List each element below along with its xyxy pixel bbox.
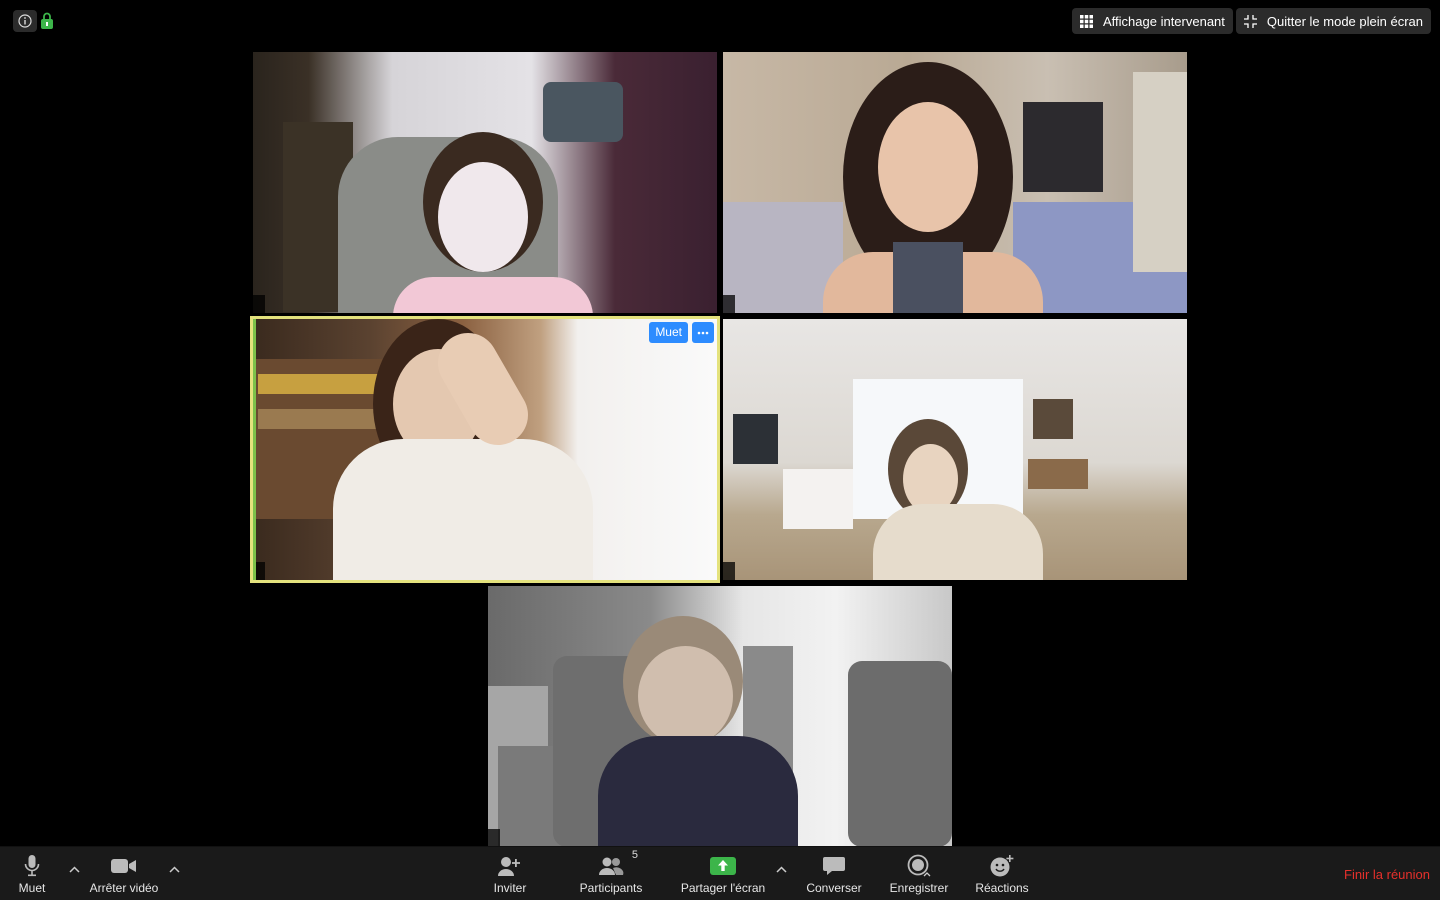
chat-button[interactable]: Converser	[804, 847, 864, 900]
participant-name	[253, 295, 265, 313]
chat-icon	[823, 857, 845, 875]
meeting-info-button[interactable]	[13, 10, 37, 32]
caret-up-icon	[168, 865, 180, 873]
participant-name	[723, 562, 735, 580]
end-meeting-button[interactable]: Finir la réunion	[1344, 867, 1430, 882]
participant-name	[253, 562, 265, 580]
meeting-toolbar: Muet Arrêter vidéo Inviter 5 Participant…	[0, 846, 1440, 900]
video-tile-5[interactable]	[488, 586, 952, 847]
speaker-view-button[interactable]: Affichage intervenant	[1072, 8, 1233, 34]
share-screen-button[interactable]: Partager l'écran	[678, 847, 768, 900]
participants-label: Participants	[579, 881, 643, 895]
mute-participant-button[interactable]: Muet	[649, 322, 688, 343]
more-options-button[interactable]	[692, 322, 714, 343]
video-tile-1[interactable]	[253, 52, 717, 313]
camera-icon	[111, 859, 136, 873]
record-icon	[907, 854, 931, 877]
chat-label: Converser	[806, 881, 862, 895]
invite-label: Inviter	[493, 881, 527, 895]
exit-fullscreen-label: Quitter le mode plein écran	[1266, 13, 1423, 29]
caret-up-icon	[775, 865, 787, 873]
reactions-button[interactable]: Réactions	[973, 847, 1031, 900]
microphone-icon	[24, 855, 40, 877]
participants-count: 5	[631, 849, 638, 861]
video-feed	[253, 52, 717, 313]
video-tile-4[interactable]	[723, 319, 1187, 580]
participants-icon	[599, 857, 624, 875]
participants-button[interactable]: 5 Participants	[577, 847, 645, 900]
speaker-view-label: Affichage intervenant	[1103, 13, 1225, 29]
info-icon	[18, 14, 32, 28]
video-options-button[interactable]	[167, 862, 181, 876]
caret-up-icon	[68, 865, 80, 873]
participant-name	[723, 295, 735, 313]
stop-video-button[interactable]: Arrêter vidéo	[88, 847, 160, 900]
invite-button[interactable]: Inviter	[488, 847, 532, 900]
add-user-icon	[498, 857, 520, 876]
video-feed	[253, 319, 717, 580]
lock-icon[interactable]	[40, 12, 54, 30]
video-feed	[723, 52, 1187, 313]
record-label: Enregistrer	[889, 881, 949, 895]
video-feed	[723, 319, 1187, 580]
video-tile-3[interactable]: Muet	[250, 316, 720, 583]
reaction-icon	[990, 855, 1014, 877]
stop-video-label: Arrêter vidéo	[89, 881, 159, 895]
share-screen-label: Partager l'écran	[680, 881, 766, 895]
exit-fullscreen-button[interactable]: Quitter le mode plein écran	[1235, 8, 1431, 34]
more-icon	[697, 331, 709, 334]
mute-button[interactable]: Muet	[12, 847, 52, 900]
share-options-button[interactable]	[774, 862, 788, 876]
video-tile-2[interactable]	[723, 52, 1187, 313]
reactions-label: Réactions	[975, 881, 1029, 895]
mute-label: Muet	[18, 881, 46, 895]
grid-icon	[1080, 14, 1093, 28]
audio-options-button[interactable]	[67, 862, 81, 876]
share-screen-icon	[710, 857, 736, 875]
record-button[interactable]: Enregistrer	[888, 847, 950, 900]
video-feed	[488, 586, 952, 847]
participant-name	[488, 829, 500, 847]
collapse-icon	[1243, 14, 1257, 28]
